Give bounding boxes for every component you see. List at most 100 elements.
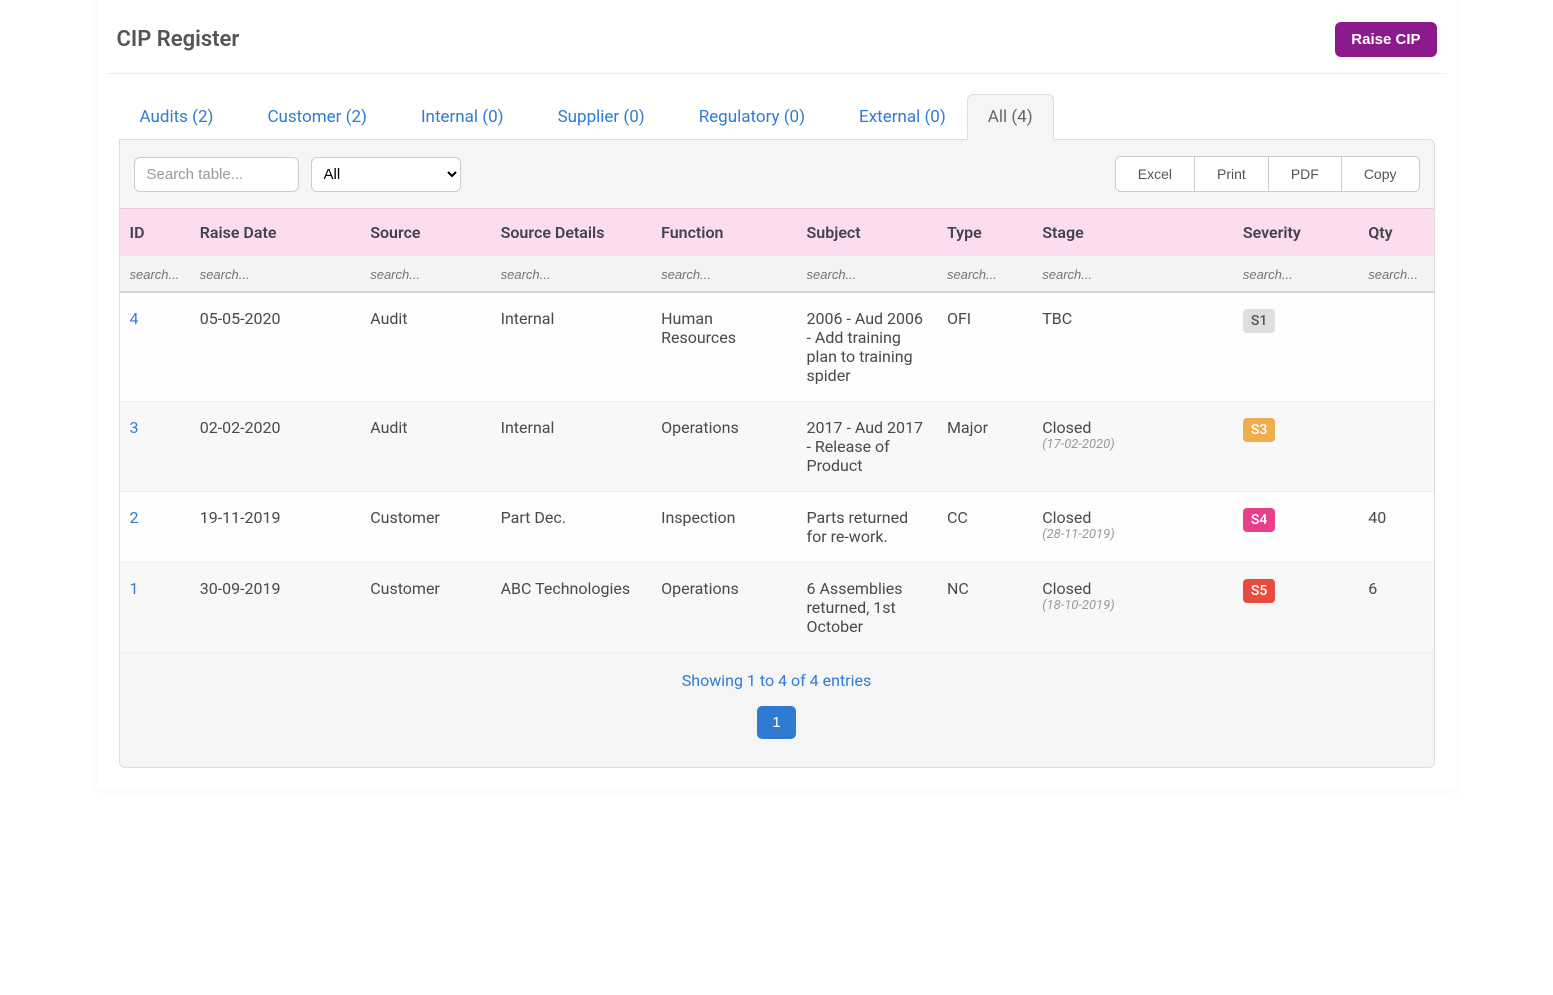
cell-type: NC xyxy=(937,563,1032,653)
severity-badge: S4 xyxy=(1243,508,1275,532)
col-header-type[interactable]: Type xyxy=(937,209,1032,257)
page-title: CIP Register xyxy=(117,27,240,52)
cell-severity: S4 xyxy=(1233,492,1358,563)
col-header-id[interactable]: ID xyxy=(120,209,190,257)
table-row: 3 02-02-2020AuditInternalOperations2017 -… xyxy=(120,402,1434,492)
cell-function: Operations xyxy=(651,402,796,492)
cell-stage: TBC xyxy=(1032,292,1233,402)
cell-type: Major xyxy=(937,402,1032,492)
table-row: 2 19-11-2019CustomerPart Dec.InspectionPa… xyxy=(120,492,1434,563)
col-header-raise_date[interactable]: Raise Date xyxy=(190,209,361,257)
cell-source: Audit xyxy=(360,292,490,402)
cell-source: Customer xyxy=(360,492,490,563)
tab-regulatory-0[interactable]: Regulatory (0) xyxy=(678,94,826,139)
cell-id[interactable]: 3 xyxy=(120,402,190,492)
cell-qty: 6 xyxy=(1358,563,1433,653)
cell-qty xyxy=(1358,292,1433,402)
stage-date: (28-11-2019) xyxy=(1042,527,1223,542)
cell-id[interactable]: 1 xyxy=(120,563,190,653)
col-header-stage[interactable]: Stage xyxy=(1032,209,1233,257)
severity-badge: S1 xyxy=(1243,309,1275,333)
col-header-source[interactable]: Source xyxy=(360,209,490,257)
stage-text: TBC xyxy=(1042,309,1223,328)
cell-source_details: ABC Technologies xyxy=(491,563,651,653)
export-excel-button[interactable]: Excel xyxy=(1116,157,1195,191)
cell-stage: Closed(28-11-2019) xyxy=(1032,492,1233,563)
cell-subject: 2006 - Aud 2006 - Add training plan to t… xyxy=(797,292,937,402)
col-search-qty[interactable] xyxy=(1368,267,1423,282)
cell-raise_date: 19-11-2019 xyxy=(190,492,361,563)
id-link[interactable]: 4 xyxy=(130,309,139,328)
cell-subject: 2017 - Aud 2017 - Release of Product xyxy=(797,402,937,492)
col-search-function[interactable] xyxy=(661,267,786,282)
cell-id[interactable]: 2 xyxy=(120,492,190,563)
cell-function: Inspection xyxy=(651,492,796,563)
pagination: 1 xyxy=(120,700,1434,767)
col-header-subject[interactable]: Subject xyxy=(797,209,937,257)
stage-text: Closed xyxy=(1042,418,1223,437)
cell-subject: Parts returned for re-work. xyxy=(797,492,937,563)
cip-table: IDRaise DateSourceSource DetailsFunction… xyxy=(120,208,1434,653)
table-row: 4 05-05-2020AuditInternalHuman Resources2… xyxy=(120,292,1434,402)
tab-customer-2[interactable]: Customer (2) xyxy=(246,94,388,139)
cell-raise_date: 30-09-2019 xyxy=(190,563,361,653)
col-search-subject[interactable] xyxy=(807,267,927,282)
stage-date: (17-02-2020) xyxy=(1042,437,1223,452)
raise-cip-button[interactable]: Raise CIP xyxy=(1335,22,1436,57)
col-search-stage[interactable] xyxy=(1042,267,1223,282)
export-pdf-button[interactable]: PDF xyxy=(1269,157,1342,191)
cell-source_details: Internal xyxy=(491,402,651,492)
severity-badge: S5 xyxy=(1243,579,1275,603)
stage-date: (18-10-2019) xyxy=(1042,598,1223,613)
entries-info: Showing 1 to 4 of 4 entries xyxy=(120,653,1434,700)
severity-badge: S3 xyxy=(1243,418,1275,442)
tab-internal-0[interactable]: Internal (0) xyxy=(400,94,525,139)
tab-external-0[interactable]: External (0) xyxy=(838,94,967,139)
col-search-source[interactable] xyxy=(370,267,480,282)
search-input[interactable] xyxy=(134,157,299,192)
stage-text: Closed xyxy=(1042,579,1223,598)
cell-severity: S3 xyxy=(1233,402,1358,492)
col-search-raise_date[interactable] xyxy=(200,267,351,282)
cell-qty: 40 xyxy=(1358,492,1433,563)
col-search-source_details[interactable] xyxy=(501,267,641,282)
cell-function: Human Resources xyxy=(651,292,796,402)
export-group: Excel Print PDF Copy xyxy=(1115,156,1420,192)
cell-stage: Closed(17-02-2020) xyxy=(1032,402,1233,492)
cell-source_details: Internal xyxy=(491,292,651,402)
tab-supplier-0[interactable]: Supplier (0) xyxy=(537,94,666,139)
export-copy-button[interactable]: Copy xyxy=(1342,157,1419,191)
id-link[interactable]: 1 xyxy=(130,579,139,598)
stage-text: Closed xyxy=(1042,508,1223,527)
cell-type: CC xyxy=(937,492,1032,563)
tabs: Audits (2)Customer (2) Internal (0) Suppli… xyxy=(107,74,1447,139)
col-header-qty[interactable]: Qty xyxy=(1358,209,1433,257)
cell-qty xyxy=(1358,402,1433,492)
export-print-button[interactable]: Print xyxy=(1195,157,1269,191)
table-row: 1 30-09-2019CustomerABC TechnologiesOpera… xyxy=(120,563,1434,653)
col-search-id[interactable] xyxy=(130,267,180,282)
filter-select[interactable]: All xyxy=(311,157,461,192)
id-link[interactable]: 3 xyxy=(130,418,139,437)
col-header-severity[interactable]: Severity xyxy=(1233,209,1358,257)
col-search-type[interactable] xyxy=(947,267,1022,282)
page-1-button[interactable]: 1 xyxy=(757,706,795,739)
tab-audits-2[interactable]: Audits (2) xyxy=(119,94,235,139)
cell-severity: S5 xyxy=(1233,563,1358,653)
cell-raise_date: 05-05-2020 xyxy=(190,292,361,402)
cell-source: Customer xyxy=(360,563,490,653)
cell-subject: 6 Assemblies returned, 1st October xyxy=(797,563,937,653)
col-header-function[interactable]: Function xyxy=(651,209,796,257)
col-search-severity[interactable] xyxy=(1243,267,1348,282)
cell-stage: Closed(18-10-2019) xyxy=(1032,563,1233,653)
cell-function: Operations xyxy=(651,563,796,653)
cell-source_details: Part Dec. xyxy=(491,492,651,563)
id-link[interactable]: 2 xyxy=(130,508,139,527)
cell-raise_date: 02-02-2020 xyxy=(190,402,361,492)
col-header-source_details[interactable]: Source Details xyxy=(491,209,651,257)
cell-source: Audit xyxy=(360,402,490,492)
cell-id[interactable]: 4 xyxy=(120,292,190,402)
tab-all-4[interactable]: All (4) xyxy=(967,94,1054,140)
cell-severity: S1 xyxy=(1233,292,1358,402)
cell-type: OFI xyxy=(937,292,1032,402)
